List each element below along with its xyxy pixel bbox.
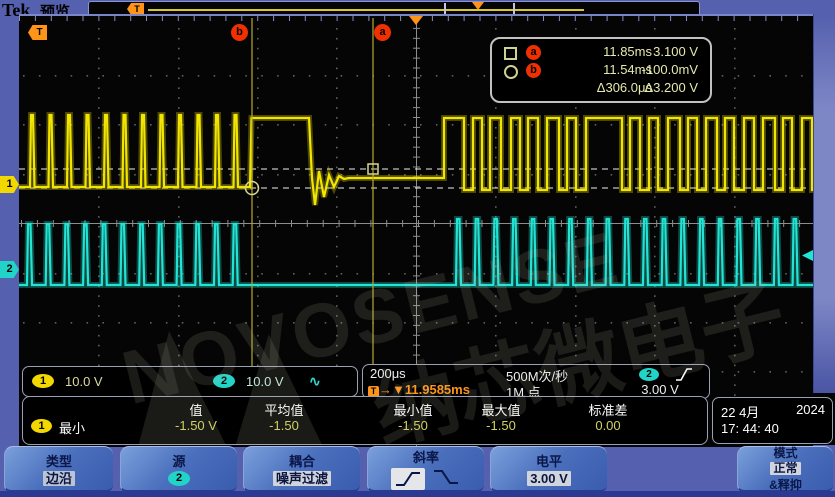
channel-1-marker: 1 — [0, 176, 19, 193]
meas-max: -1.50 — [461, 418, 541, 433]
oscilloscope-screen: Tek 预览 T T b a 1 2 a 11.85ms 3.100 V — [0, 0, 835, 497]
menu-button-type[interactable]: 类型 边沿 — [4, 446, 113, 492]
trigger-position-marker-icon — [409, 16, 423, 25]
menu-level-value: 3.00 V — [527, 471, 571, 486]
cursor-readout-box: a 11.85ms 3.100 V b 11.54ms -100.0mV Δ30… — [490, 37, 712, 103]
menu-mode-label: 模式 — [773, 444, 797, 461]
meas-header-stddev: 标准差 — [568, 400, 648, 419]
menu-source-label: 源 — [172, 451, 185, 470]
year-label: 2024 — [796, 402, 825, 417]
meas-header-value: 值 — [156, 400, 236, 419]
record-trigger-marker-icon — [472, 2, 484, 10]
channel-2-badge: 2 — [213, 374, 235, 388]
cursor-b-voltage: -100.0mV — [602, 62, 698, 77]
menu-type-label: 类型 — [46, 451, 72, 470]
date-label: 22 4月 — [721, 402, 759, 421]
cursor-delta-voltage: Δ3.200 V — [602, 80, 698, 95]
horizontal-trigger-readout-box: 200μs T→▼11.9585ms 500M次/秒 1M 点 2 3.00 V — [362, 364, 710, 399]
channel-readout-box: 1 10.0 V 2 10.0 V ∿ — [22, 366, 358, 397]
menu-type-value: 边沿 — [43, 471, 75, 486]
menu-button-source[interactable]: 源 2 — [120, 446, 237, 492]
menu-coupling-value: 噪声过滤 — [273, 471, 331, 486]
measurement-table: 值 平均值 最小值 最大值 标准差 1 最小 -1.50 V -1.50 -1.… — [22, 396, 708, 445]
falling-slope-icon — [431, 467, 461, 490]
cursor-a-badge: a — [526, 45, 541, 60]
menu-slope-label: 斜率 — [413, 447, 439, 466]
meas-header-max: 最大值 — [461, 400, 541, 419]
menu-source-channel-badge: 2 — [168, 471, 190, 486]
window-bracket-right-icon — [513, 3, 515, 14]
rising-slope-icon — [391, 468, 425, 490]
record-waveform-line — [148, 9, 584, 11]
meas-channel-badge: 1 — [31, 419, 52, 433]
meas-header-mean: 平均值 — [244, 400, 324, 419]
channel-1-scale: 10.0 V — [65, 374, 103, 389]
channel-2-scale: 10.0 V — [246, 374, 284, 389]
right-bezel — [813, 14, 835, 393]
meas-stddev: 0.00 — [568, 418, 648, 433]
cursor-a-badge: a — [374, 24, 391, 41]
meas-name: 最小 — [59, 418, 85, 437]
time-label: 17: 44: 40 — [721, 421, 779, 436]
menu-level-label: 电平 — [536, 451, 562, 470]
cursor-a-square-icon — [504, 47, 517, 60]
timebase-readout: 200μs — [370, 366, 406, 381]
datetime-box: 22 4月 2024 17: 44: 40 — [712, 397, 833, 444]
meas-mean: -1.50 — [244, 418, 324, 433]
menu-button-mode[interactable]: 模式 正常 &释抑 — [737, 446, 833, 492]
menu-coupling-label: 耦合 — [289, 451, 315, 470]
trigger-position-readout: T→▼11.9585ms — [368, 382, 470, 397]
ac-coupling-icon: ∿ — [309, 373, 321, 390]
menu-mode-value: 正常 — [770, 462, 800, 475]
cursor-a-voltage: 3.100 V — [602, 44, 698, 59]
cursor-b-circle-icon — [504, 65, 518, 79]
cursor-b-badge: b — [231, 24, 248, 41]
channel-2-marker: 2 — [0, 261, 19, 278]
menu-button-coupling[interactable]: 耦合 噪声过滤 — [243, 446, 360, 492]
bottom-strip — [0, 491, 835, 497]
menu-button-slope[interactable]: 斜率 — [367, 446, 484, 492]
meas-value: -1.50 V — [156, 418, 236, 433]
window-bracket-left-icon — [444, 3, 446, 14]
menu-button-level[interactable]: 电平 3.00 V — [490, 446, 607, 492]
meas-header-min: 最小值 — [373, 400, 453, 419]
trigger-source-badge: 2 — [639, 368, 659, 381]
cursor-b-badge: b — [526, 63, 541, 78]
meas-min: -1.50 — [373, 418, 453, 433]
trigger-level-readout: 3.00 V — [625, 382, 695, 397]
channel-1-badge: 1 — [32, 374, 54, 388]
